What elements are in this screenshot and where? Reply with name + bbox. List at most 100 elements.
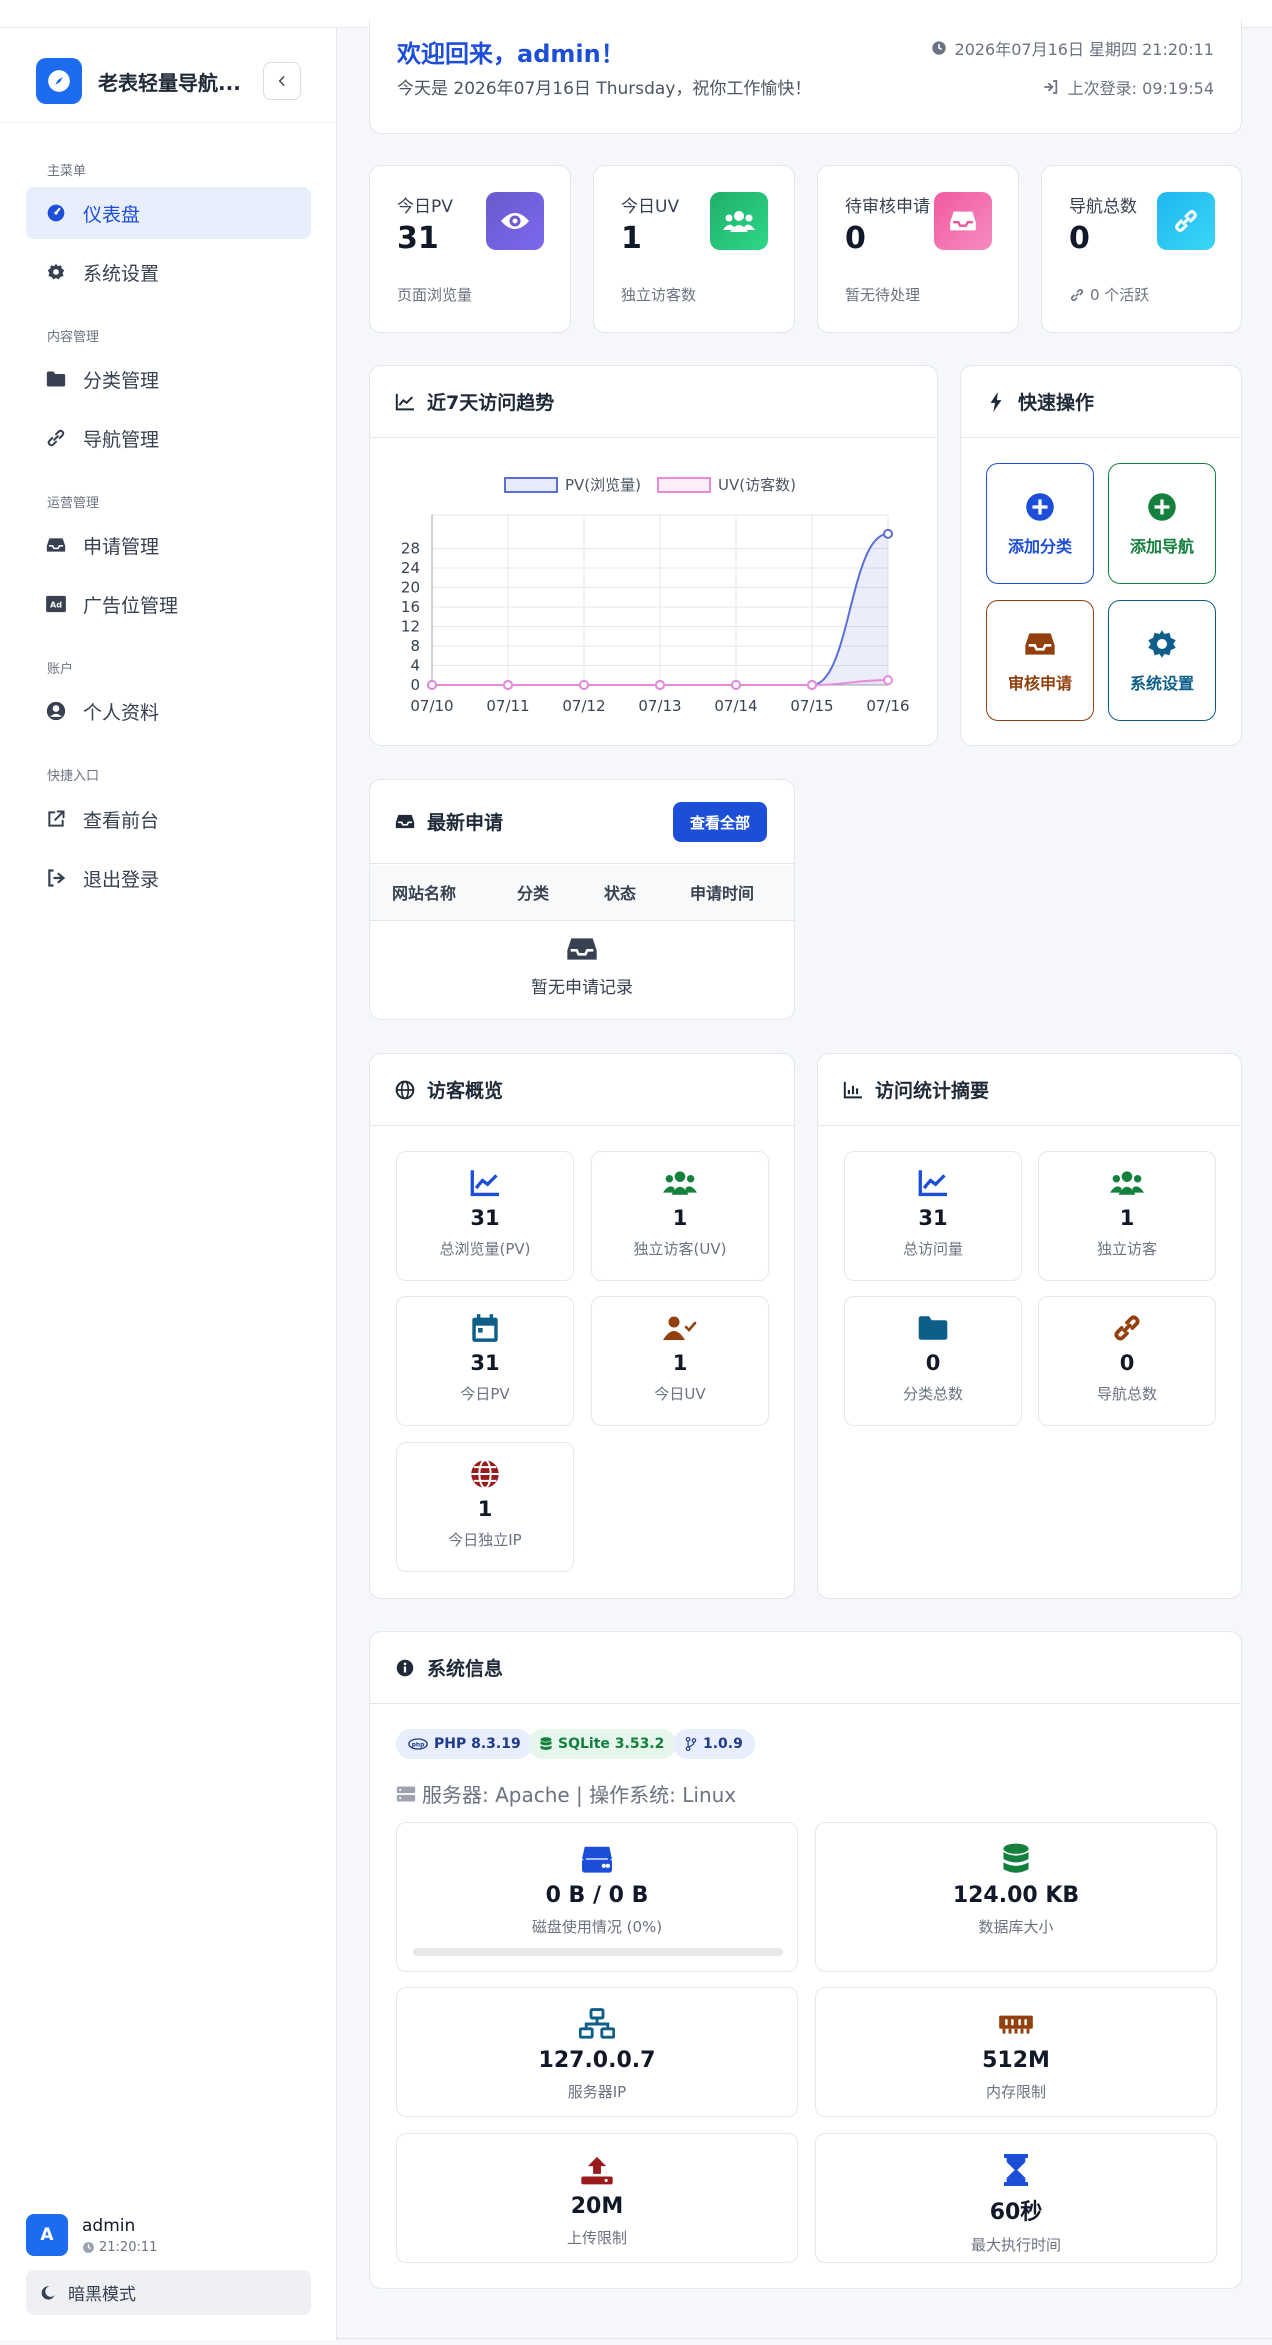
tile-label: 今日UV [654, 1385, 706, 1403]
tile-label: 服务器IP [567, 2083, 627, 2101]
tile-value: 0 [925, 1351, 941, 1375]
sidebar-item-applications[interactable]: 申请管理 [26, 519, 311, 571]
disk-usage-progress [413, 1948, 783, 1956]
gear-icon [45, 261, 67, 283]
welcome-card: 欢迎回来，admin！ 今天是 2026年07月16日 Thursday，祝你工… [369, 20, 1242, 134]
line-chart-icon [395, 392, 415, 412]
add-navigation-button[interactable]: 添加导航 [1108, 463, 1216, 584]
sqlite-version: SQLite 3.53.2 [558, 1736, 665, 1752]
system-info-card: 系统信息 php PHP 8.3.19 SQLite 3.53.2 1.0.9 … [369, 1631, 1242, 2289]
x-tick-label: 07/13 [638, 697, 681, 715]
system-header: 系统信息 [370, 1632, 1241, 1704]
folder-icon [45, 368, 67, 390]
sidebar-item-navigation[interactable]: 导航管理 [26, 412, 311, 464]
data-point [579, 680, 589, 690]
sidebar-item-dashboard[interactable]: 仪表盘 [26, 187, 311, 239]
tile-label: 分类总数 [902, 1385, 963, 1403]
x-tick-label: 07/12 [562, 697, 605, 715]
dashboard-icon [45, 202, 67, 224]
data-point [503, 680, 513, 690]
tile-database-size: 124.00 KB 数据库大小 [815, 1822, 1217, 1972]
tile-today-pv: 31 今日PV [396, 1296, 574, 1426]
tile-value: 0 [1119, 1351, 1135, 1375]
chevron-left-icon [278, 76, 285, 86]
column-category[interactable]: 分类 [517, 880, 549, 904]
tile-value: 1 [1119, 1206, 1135, 1230]
stat-desc: 暂无待处理 [845, 286, 921, 304]
sidebar-item-label: 仪表盘 [83, 203, 141, 226]
column-status[interactable]: 状态 [604, 880, 636, 904]
user-name: admin [82, 2215, 136, 2236]
trend-card: 近7天访问趋势 0 4 8 12 16 20 24 28 07/10 07/11 07/12 07/1… [369, 365, 938, 746]
users-icon [710, 192, 768, 250]
user-info[interactable]: A admin 21:20:11 [26, 2214, 157, 2256]
review-applications-button[interactable]: 审核申请 [986, 600, 1094, 721]
sidebar-item-categories[interactable]: 分类管理 [26, 353, 311, 405]
stat-value: 0 [1069, 221, 1090, 256]
x-tick-label: 07/14 [714, 697, 757, 715]
tile-value: 124.00 KB [952, 1883, 1080, 1908]
stat-desc-text: 0 个活跃 [1090, 286, 1150, 304]
applications-title: 最新申请 [427, 812, 504, 834]
stat-card-uv: 今日UV 1 独立访客数 [593, 165, 795, 333]
plus-circle-icon [1146, 491, 1178, 523]
tile-value: 60秒 [989, 2200, 1043, 2225]
collapse-sidebar-button[interactable] [263, 62, 301, 100]
data-point [731, 680, 741, 690]
user-time: 21:20:11 [82, 2240, 157, 2255]
tile-memory-limit: 512M 内存限制 [815, 1987, 1217, 2117]
tile-navigation-count: 0 导航总数 [1038, 1296, 1216, 1426]
column-apply-time[interactable]: 申请时间 [690, 880, 754, 904]
stat-label: 今日UV [621, 197, 680, 217]
y-tick-label: 8 [410, 637, 420, 655]
view-all-button[interactable]: 查看全部 [672, 802, 767, 842]
link-icon [1070, 288, 1084, 301]
login-icon [1043, 80, 1057, 94]
tile-label: 内存限制 [985, 2083, 1046, 2101]
users-icon [663, 1166, 697, 1200]
tile-total-visits: 31 总访问量 [844, 1151, 1022, 1281]
link-icon [1157, 192, 1215, 250]
tile-label: 今日PV [460, 1385, 510, 1403]
hard-drive-icon [579, 1841, 615, 1877]
x-tick-label: 07/15 [790, 697, 833, 715]
php-icon: php [408, 1738, 428, 1750]
add-category-button[interactable]: 添加分类 [986, 463, 1094, 584]
sidebar-item-label: 系统设置 [83, 262, 160, 285]
clock-icon [931, 41, 946, 55]
summary-title: 访问统计摘要 [875, 1080, 990, 1102]
quick-label: 审核申请 [1007, 673, 1072, 693]
tile-disk-usage: 0 B / 0 B 磁盘使用情况 (0%) [396, 1822, 798, 1972]
sidebar-item-profile[interactable]: 个人资料 [26, 685, 311, 737]
sidebar-item-settings[interactable]: 系统设置 [26, 246, 311, 298]
datetime-text: 2026年07月16日 星期四 21:20:11 [954, 40, 1214, 59]
bolt-icon [986, 391, 1006, 412]
moon-icon [41, 2285, 55, 2300]
system-settings-button[interactable]: 系统设置 [1108, 600, 1216, 721]
data-point [427, 680, 437, 690]
divider [0, 122, 337, 123]
dark-mode-toggle[interactable]: 暗黑模式 [26, 2270, 311, 2315]
sidebar-item-label: 查看前台 [83, 809, 160, 832]
sidebar-item-frontend[interactable]: 查看前台 [26, 793, 311, 845]
user-check-icon [663, 1311, 697, 1345]
column-site-name[interactable]: 网站名称 [392, 880, 456, 904]
legend-label: PV(浏览量) [565, 476, 641, 494]
line-chart-icon [916, 1166, 950, 1200]
visitor-header: 访客概览 [370, 1054, 794, 1126]
gear-icon [1146, 628, 1178, 660]
stat-desc: 0 个活跃 [1069, 284, 1149, 305]
sidebar-item-logout[interactable]: 退出登录 [26, 852, 311, 904]
ad-icon: Ad [45, 593, 67, 615]
brand[interactable]: 老表轻量导航... [36, 58, 241, 104]
inbox-icon [395, 812, 415, 832]
quick-title: 快速操作 [1018, 392, 1095, 414]
sidebar-item-ads[interactable]: Ad 广告位管理 [26, 578, 311, 630]
stat-desc: 页面浏览量 [397, 286, 473, 304]
bar-chart-icon [843, 1080, 863, 1100]
tile-unique-visitors: 1 独立访客 [1038, 1151, 1216, 1281]
legend-swatch [504, 477, 558, 493]
stat-label: 今日PV [397, 197, 453, 217]
upload-icon [579, 2152, 615, 2188]
php-version: PHP 8.3.19 [434, 1736, 521, 1752]
